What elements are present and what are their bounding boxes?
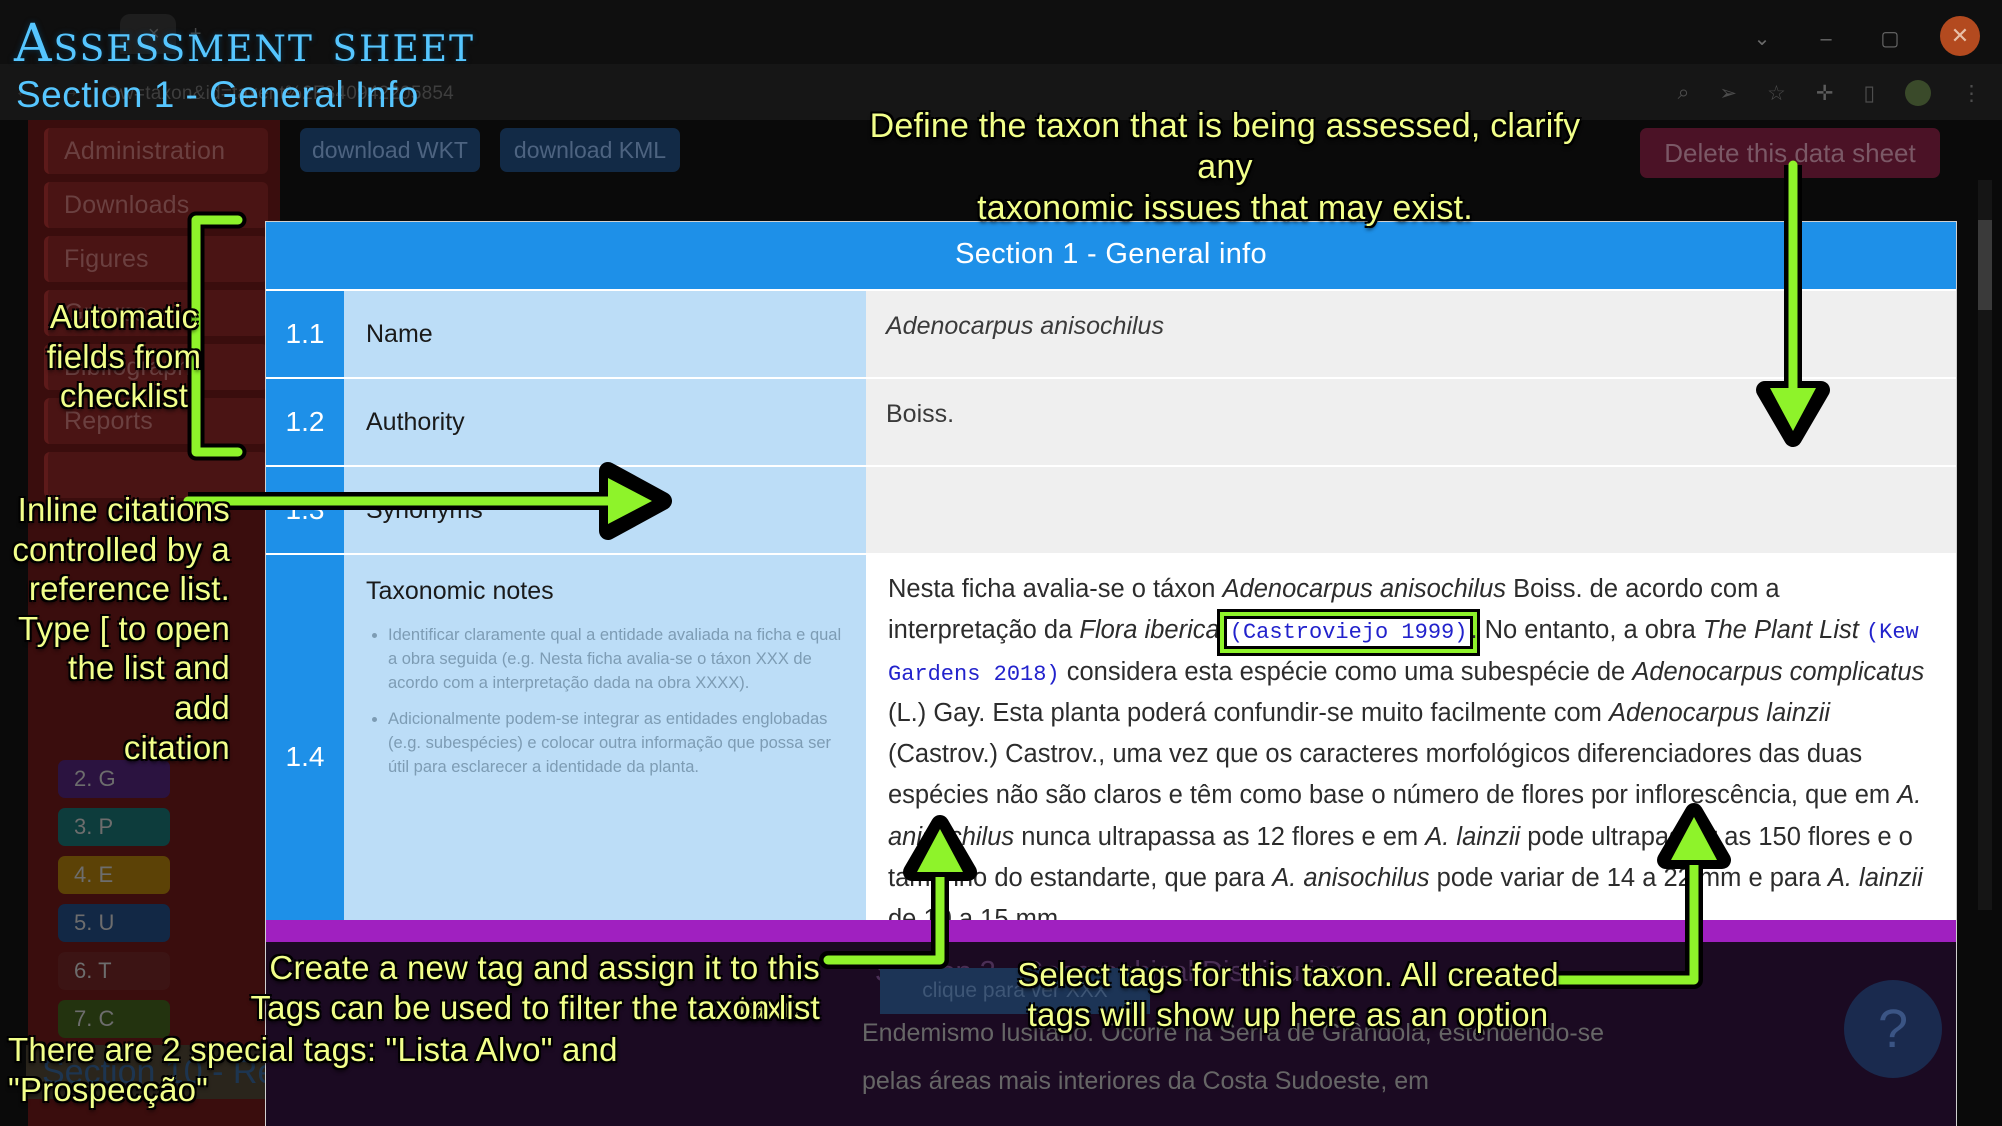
minimize-icon[interactable]: – (1812, 25, 1840, 53)
annotation-define-taxon: Define the taxon that is being assessed,… (840, 106, 1610, 228)
row-label: Authority (344, 379, 866, 465)
send-icon[interactable]: ➢ (1719, 81, 1737, 106)
notes-text: considera esta espécie como uma subespéc… (1060, 658, 1633, 686)
notes-text: (Castrov.) Castrov., uma vez que os cara… (888, 740, 1897, 809)
sidepanel-icon[interactable]: ▯ (1863, 81, 1875, 106)
section2-text-line2: pelas áreas mais interiores da Costa Sud… (862, 1058, 1622, 1106)
sidebar-item-downloads[interactable]: Downloads (44, 182, 268, 228)
delete-data-sheet-button[interactable]: Delete this data sheet (1640, 128, 1940, 178)
taxon-name: A. lainzii (1828, 864, 1923, 892)
row-number: 1.1 (266, 291, 344, 377)
row-number: 1.4 (266, 555, 344, 959)
page-subtitle: Section 1 - General Info (16, 74, 419, 116)
extensions-icon[interactable]: ✛ (1816, 81, 1834, 106)
taxonomic-notes-title: Taxonomic notes (366, 577, 554, 606)
annotation-inline-citations: Inline citations controlled by a referen… (10, 490, 230, 767)
row-number: 1.2 (266, 379, 344, 465)
taxonomic-notes-editor[interactable]: Nesta ficha avalia-se o táxon Adenocarpu… (866, 555, 1956, 959)
taxon-name: A. anisochilus (1272, 864, 1429, 892)
chevron-down-icon[interactable]: ⌄ (1748, 25, 1776, 53)
screenshot-root: × + ⌄ – ▢ ✕ ← → ⟳ w=taxon&id=taxent%2F34… (0, 0, 2002, 1126)
taxon-name: Adenocarpus lainzii (1609, 699, 1830, 727)
table-row: 1.2 Authority Boiss. (266, 377, 1956, 465)
sidebar-badge-6[interactable]: 6. T (58, 952, 170, 990)
download-kml-button[interactable]: download KML (500, 128, 680, 172)
toolbar-actions: ⌕ ➢ ☆ ✛ ▯ ⋮ (1678, 80, 1982, 106)
row-value-name[interactable]: Adenocarpus anisochilus (866, 291, 1956, 377)
maximize-icon[interactable]: ▢ (1876, 25, 1904, 53)
notes-text: pode variar de 14 a 22 mm e para (1430, 864, 1828, 892)
taxonomic-help-text: Identificar claramente qual a entidade a… (366, 624, 866, 792)
search-icon[interactable]: ⌕ (1678, 81, 1690, 105)
download-wkt-button[interactable]: download WKT (300, 128, 480, 172)
inline-citation-castroviejo[interactable]: (Castroviejo 1999) (1227, 619, 1471, 646)
sidebar-badge-4[interactable]: 4. E (58, 856, 170, 894)
taxon-name: Adenocarpus complicatus (1632, 658, 1924, 686)
table-row-taxonomic-notes: 1.4 Taxonomic notes Identificar claramen… (266, 553, 1956, 959)
row-label: Synonyms (344, 467, 866, 553)
page-title: Assessment sheet (14, 14, 475, 74)
sidebar-badge-3[interactable]: 3. P (58, 808, 170, 846)
menu-icon[interactable]: ⋮ (1961, 81, 1982, 106)
row-value-authority[interactable]: Boiss. (866, 379, 1956, 465)
row-label: Name (344, 291, 866, 377)
help-bullet: Adicionalmente podem-se integrar as enti… (388, 708, 848, 780)
annotation-create-tag-line2: Tags can be used to filter the taxon lis… (180, 988, 820, 1028)
table-row: 1.1 Name Adenocarpus anisochilus (266, 289, 1956, 377)
row-number: 1.3 (266, 467, 344, 553)
work-title: The Plant List (1703, 616, 1859, 644)
section2-divider (266, 920, 1956, 942)
help-bullet: Identificar claramente qual a entidade a… (388, 624, 848, 696)
help-button[interactable]: ? (1844, 980, 1942, 1078)
annotation-select-tags: Select tags for this taxon. All created … (1008, 955, 1568, 1034)
close-icon[interactable]: ✕ (1940, 16, 1980, 56)
taxon-name: Adenocarpus anisochilus (1223, 575, 1507, 603)
notes-text: nunca ultrapassa as 12 flores e em (1014, 823, 1425, 851)
row-label-taxonomic: Taxonomic notes Identificar claramente q… (344, 555, 866, 959)
sidebar-badge-5[interactable]: 5. U (58, 904, 170, 942)
row-value-synonyms[interactable] (866, 467, 1956, 553)
notes-text: Nesta ficha avalia-se o táxon (888, 575, 1223, 603)
sidebar-item-administration[interactable]: Administration (44, 128, 268, 174)
scrollbar-thumb[interactable] (1978, 220, 1992, 310)
sidebar-item-figures[interactable]: Figures (44, 236, 268, 282)
notes-text: (L.) Gay. Esta planta poderá confundir-s… (888, 699, 1609, 727)
sheet-section-header: Section 1 - General info (266, 222, 1956, 289)
annotation-create-tag-line3: There are 2 special tags: "Lista Alvo" a… (8, 1030, 820, 1109)
window-controls: ⌄ – ▢ ✕ (1748, 22, 1980, 56)
table-row: 1.3 Synonyms (266, 465, 1956, 553)
annotation-automatic-fields: Automatic fields from checklist (34, 297, 214, 416)
taxon-name: A. lainzii (1425, 823, 1520, 851)
profile-icon[interactable] (1905, 80, 1931, 106)
star-icon[interactable]: ☆ (1767, 81, 1786, 106)
work-title: Flora iberica (1079, 616, 1219, 644)
notes-text: . No entanto, a obra (1470, 616, 1703, 644)
